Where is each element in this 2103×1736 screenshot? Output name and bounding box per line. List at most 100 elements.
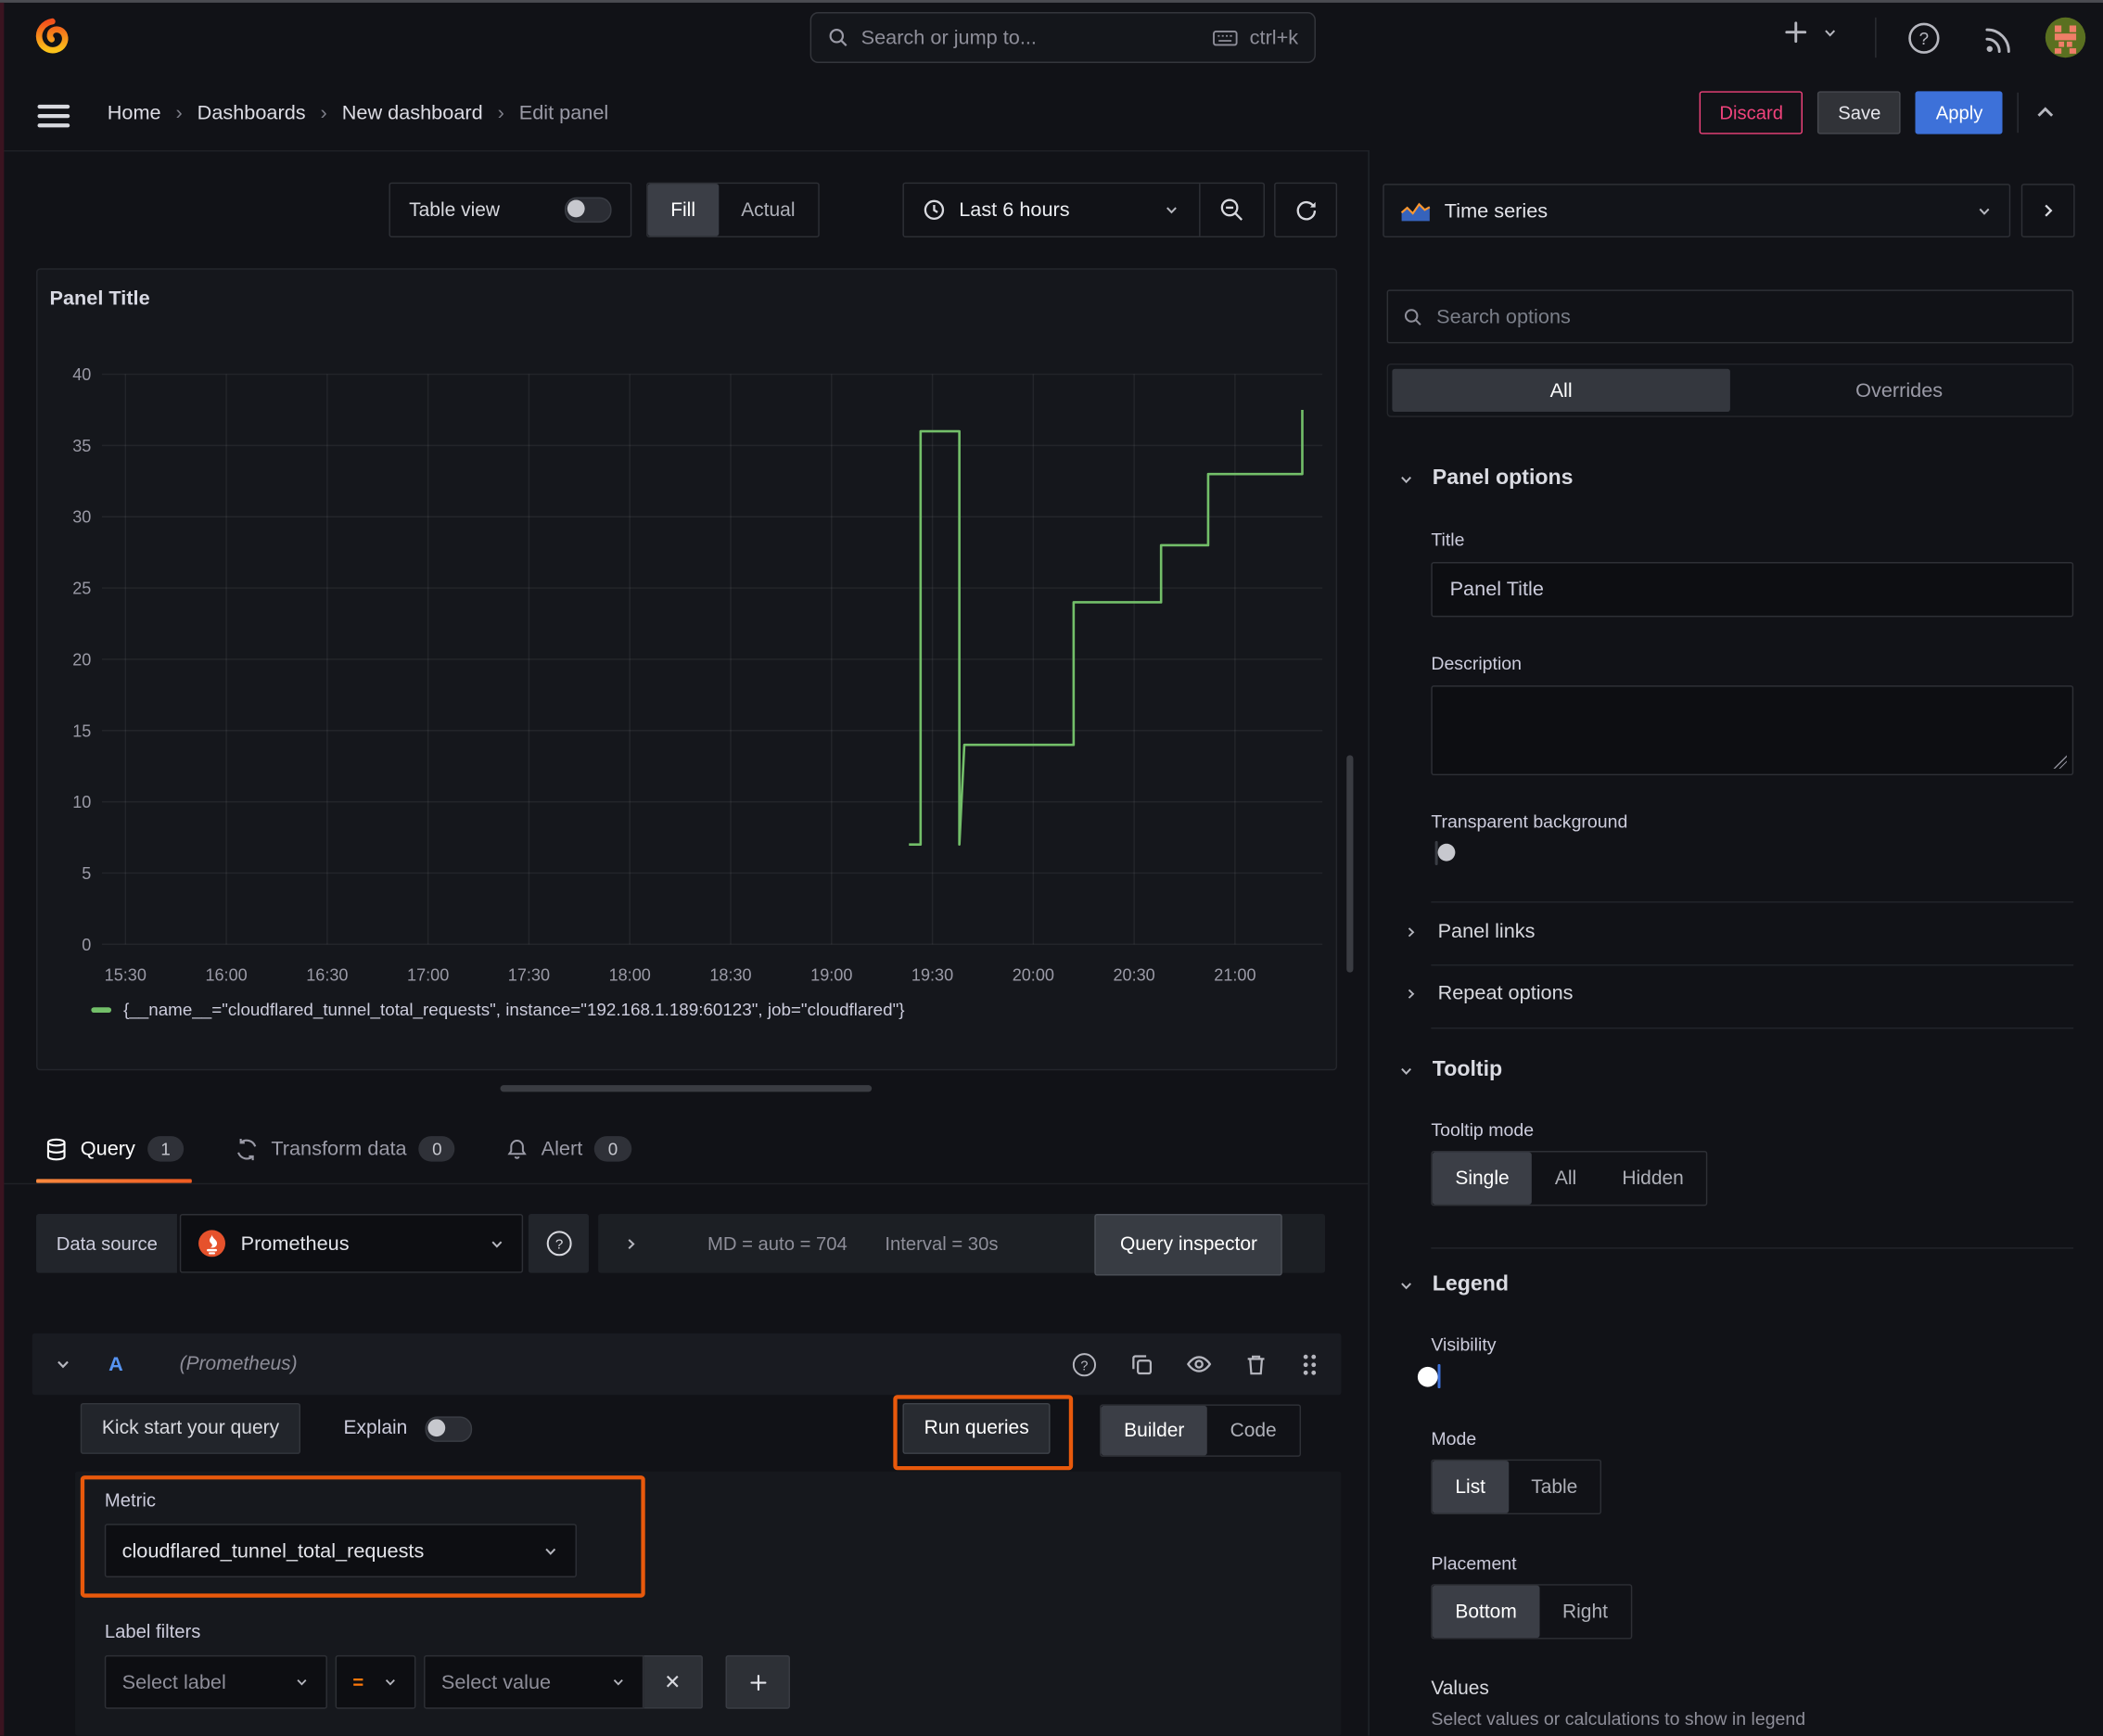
keyboard-icon <box>1212 28 1238 48</box>
new-menu-button[interactable] <box>1782 19 1839 45</box>
window-top-edge <box>0 0 2103 3</box>
panel-links-section[interactable]: Panel links <box>1403 920 1536 943</box>
grafana-logo-icon[interactable] <box>32 18 72 57</box>
breadcrumb-dashboards[interactable]: Dashboards <box>198 101 306 124</box>
label-filter-label-select[interactable]: Select label <box>104 1654 327 1709</box>
builder-mode-option[interactable]: Builder <box>1101 1405 1207 1456</box>
panel-options-section-header[interactable]: Panel options <box>1397 466 1574 491</box>
legend-placement-bottom[interactable]: Bottom <box>1432 1585 1540 1639</box>
tab-alert[interactable]: Alert 0 <box>498 1119 639 1179</box>
tab-query[interactable]: Query 1 <box>36 1119 193 1183</box>
help-button[interactable]: ? <box>1905 20 1942 57</box>
legend-section-header[interactable]: Legend <box>1397 1273 1509 1297</box>
chart-legend[interactable]: {__name__="cloudflared_tunnel_total_requ… <box>91 1000 905 1020</box>
stats-interval: Interval = 30s <box>885 1232 999 1255</box>
remove-filter-button[interactable]: ✕ <box>644 1654 703 1709</box>
svg-text:?: ? <box>1919 29 1929 48</box>
label-filter-value-select[interactable]: Select value <box>424 1654 644 1709</box>
table-view-control[interactable]: Table view <box>389 182 632 238</box>
tooltip-section-header[interactable]: Tooltip <box>1397 1058 1502 1082</box>
query-inspector-button[interactable]: Query inspector <box>1094 1214 1283 1276</box>
transparent-background-toggle[interactable] <box>1434 840 1456 865</box>
code-mode-option[interactable]: Code <box>1207 1406 1299 1456</box>
tooltip-mode-all[interactable]: All <box>1532 1152 1600 1204</box>
x-axis-tick-label: 18:30 <box>709 965 751 984</box>
actual-mode-option[interactable]: Actual <box>719 184 818 236</box>
label-filter-operator-select[interactable]: = <box>335 1654 416 1709</box>
series-legend-label[interactable]: {__name__="cloudflared_tunnel_total_requ… <box>123 1000 904 1020</box>
timeseries-chart[interactable]: 0 5 10 15 20 25 30 35 40 15:30 16:00 16:30 17:00 17:3… <box>37 270 1335 1069</box>
tab-transform[interactable]: Transform data 0 <box>227 1119 464 1179</box>
user-avatar[interactable] <box>2044 16 2086 58</box>
legend-mode-list[interactable]: List <box>1432 1461 1509 1513</box>
textarea-resize-handle[interactable] <box>2053 755 2067 769</box>
tooltip-mode-hidden[interactable]: Hidden <box>1600 1152 1707 1204</box>
actions-divider <box>2018 92 2020 134</box>
options-tab-all[interactable]: All <box>1392 368 1730 413</box>
zoom-out-button[interactable] <box>1201 198 1264 223</box>
query-help-icon[interactable]: ? <box>1070 1350 1098 1378</box>
chevron-down-icon <box>294 1674 310 1690</box>
discard-button[interactable]: Discard <box>1699 91 1803 134</box>
repeat-options-label: Repeat options <box>1437 981 1574 1005</box>
query-row-header[interactable]: A (Prometheus) ? <box>32 1333 1342 1396</box>
options-search-input[interactable]: Search options <box>1386 289 2074 344</box>
breadcrumb-bar: Home › Dashboards › New dashboard › Edit… <box>0 76 2103 152</box>
repeat-options-section[interactable]: Repeat options <box>1403 981 1574 1005</box>
legend-mode-table[interactable]: Table <box>1509 1461 1600 1513</box>
duplicate-query-icon[interactable] <box>1129 1351 1154 1376</box>
breadcrumb-home[interactable]: Home <box>108 101 161 124</box>
global-search[interactable]: Search or jump to... ctrl+k <box>809 12 1316 63</box>
menu-toggle-button[interactable] <box>37 99 70 133</box>
x-axis-tick-label: 16:00 <box>205 965 247 984</box>
tab-query-count: 1 <box>147 1136 185 1162</box>
chevron-down-icon <box>1397 1062 1415 1079</box>
metric-value: cloudflared_tunnel_total_requests <box>121 1538 425 1563</box>
x-axis-tick-label: 17:00 <box>407 965 449 984</box>
description-textarea[interactable] <box>1431 685 2074 776</box>
series-line <box>909 410 1304 846</box>
legend-placement-right[interactable]: Right <box>1539 1586 1630 1638</box>
save-button[interactable]: Save <box>1817 91 1902 134</box>
search-icon <box>1403 307 1423 327</box>
select-value-placeholder: Select value <box>440 1670 552 1694</box>
timeseries-viz-icon <box>1400 199 1431 223</box>
tooltip-mode-single[interactable]: Single <box>1432 1152 1533 1205</box>
options-tab-overrides[interactable]: Overrides <box>1730 369 2068 412</box>
plus-icon <box>1782 19 1809 45</box>
metric-select[interactable]: cloudflared_tunnel_total_requests <box>104 1524 577 1577</box>
operator-value: = <box>352 1671 364 1693</box>
pane-resize-handle[interactable] <box>500 1085 873 1092</box>
refresh-button[interactable] <box>1274 182 1338 238</box>
add-filter-button[interactable] <box>725 1654 790 1709</box>
options-search-placeholder: Search options <box>1436 305 1571 328</box>
visualization-select[interactable]: Time series <box>1383 184 2011 238</box>
datasource-value: Prometheus <box>240 1232 350 1256</box>
legend-visibility-toggle[interactable] <box>1417 1364 1441 1389</box>
delete-query-trash-icon[interactable] <box>1243 1351 1268 1376</box>
search-icon <box>827 27 848 48</box>
breadcrumb-new-dashboard[interactable]: New dashboard <box>342 101 483 124</box>
kick-start-query-button[interactable]: Kick start your query <box>80 1402 301 1454</box>
panel-title-input[interactable]: Panel Title <box>1431 562 2074 618</box>
hide-query-eye-icon[interactable] <box>1186 1351 1213 1378</box>
chevron-down-icon <box>1397 1276 1415 1294</box>
scrollbar-thumb[interactable] <box>1346 755 1354 973</box>
apply-button[interactable]: Apply <box>1916 91 2004 134</box>
drag-handle-grip-icon[interactable] <box>1300 1351 1320 1376</box>
datasource-help-button[interactable]: ? <box>529 1214 590 1273</box>
explain-toggle[interactable] <box>425 1415 472 1442</box>
collapse-header-button[interactable] <box>2033 100 2058 124</box>
time-range-picker[interactable]: Last 6 hours <box>904 198 1199 222</box>
run-queries-button[interactable]: Run queries <box>902 1402 1051 1454</box>
datasource-select[interactable]: Prometheus <box>180 1214 524 1273</box>
top-nav: Search or jump to... ctrl+k ? <box>0 0 2103 78</box>
divider <box>1431 900 2074 903</box>
table-view-toggle[interactable] <box>564 197 612 223</box>
fill-mode-option[interactable]: Fill <box>647 184 719 236</box>
news-broadcast-button[interactable] <box>1982 23 2016 57</box>
search-shortcut: ctrl+k <box>1249 26 1299 49</box>
collapse-options-button[interactable] <box>2020 184 2075 238</box>
legend-placement-segmented: Bottom Right <box>1431 1584 1633 1640</box>
y-axis-tick-label: 35 <box>72 437 91 455</box>
